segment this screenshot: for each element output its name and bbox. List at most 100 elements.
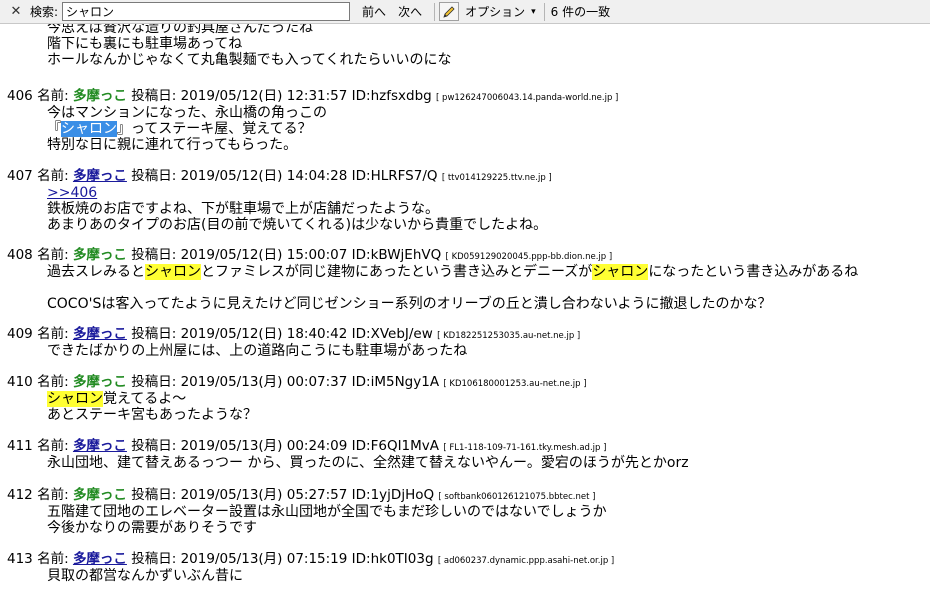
date-label: 投稿日:	[131, 487, 177, 503]
name-label: 名前:	[37, 326, 69, 342]
post-number: 407	[7, 168, 33, 184]
post-id: ID:iM5Ngy1A	[351, 374, 440, 390]
post-line: ホールなんかじゃなくて丸亀製麺でも入ってくれたらいいのにな	[47, 52, 452, 68]
find-next-button[interactable]: 次へ	[392, 2, 428, 21]
post-body: 今はマンションになった、永山橋の角っこの 『シャロン』ってステーキ屋、覚えてる？…	[47, 105, 327, 153]
options-dropdown[interactable]: オプション ▾	[465, 3, 536, 20]
post-datetime: 2019/05/12(日) 15:00:07	[180, 247, 348, 263]
post-line: 『シャロン』ってステーキ屋、覚えてる？	[47, 121, 327, 137]
post-line: 今はマンションになった、永山橋の角っこの	[47, 105, 327, 121]
search-match: シャロン	[47, 391, 103, 407]
post-id: ID:1yjDjHoQ	[351, 487, 435, 503]
poster-name: 多摩っこ	[72, 374, 127, 390]
post-datetime: 2019/05/12(日) 18:40:42	[180, 326, 348, 342]
name-label: 名前:	[37, 551, 69, 567]
post-line: シャロン覚えてるよ～	[47, 391, 257, 407]
post-line: 今後かなりの需要がありそうです	[47, 520, 257, 536]
post-body: >>406 鉄板焼のお店ですよね、下が駐車場で上が店舗だったような。 あまりあの…	[47, 185, 547, 233]
toolbar-divider	[434, 2, 436, 21]
post-line: 今思えば贅沢な造りの釣具屋さんだったね	[47, 24, 313, 36]
post-number: 408	[7, 247, 33, 263]
date-label: 投稿日:	[131, 551, 177, 567]
name-label: 名前:	[37, 438, 69, 454]
poster-name-link[interactable]: 多摩っこ	[73, 168, 127, 184]
post-body: 永山団地、建て替えあるっつー から、買ったのに、全然建て替えないやんー。愛宕のほ…	[47, 455, 689, 471]
text-run: 過去スレみると	[47, 264, 145, 280]
post-line: 階下にも裏にも駐車場あってね	[47, 36, 243, 52]
date-label: 投稿日:	[131, 374, 177, 390]
post-number: 412	[7, 487, 33, 503]
post-line: 鉄板焼のお店ですよね、下が駐車場で上が店舗だったような。	[47, 201, 439, 217]
post-id: ID:hzfsxdbg	[351, 88, 432, 104]
post-body-fragment: 今思えば贅沢な造りの釣具屋さんだったね 階下にも裏にも駐車場あってね ホールなん…	[47, 24, 451, 68]
reply-anchor-link[interactable]: >>406	[47, 185, 97, 201]
post-line: 永山団地、建て替えあるっつー から、買ったのに、全然建て替えないやんー。愛宕のほ…	[47, 455, 689, 471]
post-datetime: 2019/05/13(月) 00:24:09	[180, 438, 348, 454]
post-datetime: 2019/05/13(月) 00:07:37	[180, 374, 348, 390]
post-body: 貝取の都営なんかずいぶん昔に	[47, 568, 243, 584]
date-label: 投稿日:	[131, 168, 177, 184]
toolbar-divider	[543, 2, 545, 21]
post-number: 413	[7, 551, 33, 567]
post-line: 五階建て団地のエレベーター設置は永山団地が全国でもまだ珍しいのではないでしょうか	[47, 504, 607, 520]
post-datetime: 2019/05/13(月) 07:15:19	[180, 551, 348, 567]
post-id: ID:hk0TI03g	[351, 551, 434, 567]
close-icon[interactable]: ✕	[8, 4, 24, 20]
find-prev-button[interactable]: 前へ	[356, 2, 392, 21]
post-datetime: 2019/05/12(日) 12:31:57	[180, 88, 348, 104]
post-host: [ KD182251253035.au-net.ne.jp ]	[437, 331, 581, 341]
post-host: [ ad060237.dynamic.ppp.asahi-net.or.jp ]	[437, 556, 615, 566]
text-run: 『	[47, 121, 61, 137]
highlighter-pen-icon[interactable]	[439, 2, 460, 21]
options-label: オプション	[465, 5, 526, 19]
date-label: 投稿日:	[131, 88, 177, 104]
post-number: 409	[7, 326, 33, 342]
name-label: 名前:	[37, 374, 69, 390]
post-id: ID:XVebJ/ew	[351, 326, 433, 342]
date-label: 投稿日:	[131, 247, 177, 263]
date-label: 投稿日:	[131, 438, 177, 454]
date-label: 投稿日:	[131, 326, 177, 342]
search-input[interactable]: シャロン	[62, 2, 351, 21]
name-label: 名前:	[37, 487, 69, 503]
post-line: できたばかりの上州屋には、上の道路向こうにも駐車場があったね	[47, 343, 468, 359]
post-line: COCO'Sは客入ってたように見えたけど同じゼンショー系列のオリーブの丘と潰し合…	[47, 296, 772, 312]
find-label: 検索:	[30, 5, 59, 19]
post-number: 410	[7, 374, 33, 390]
post-datetime: 2019/05/12(日) 14:04:28	[180, 168, 348, 184]
name-label: 名前:	[37, 247, 69, 263]
post-host: [ softbank060126121075.bbtec.net ]	[438, 492, 596, 502]
name-label: 名前:	[37, 88, 69, 104]
post-body: 五階建て団地のエレベーター設置は永山団地が全国でもまだ珍しいのではないでしょうか…	[47, 504, 607, 536]
search-input-value: シャロン	[66, 5, 115, 19]
post-number: 411	[7, 438, 33, 454]
text-run: とファミレスが同じ建物にあったという書き込みとデニーズが	[201, 264, 593, 280]
post-line: あまりあのタイプのお店(目の前で焼いてくれる)は少ないから貴重でしたよね。	[47, 217, 548, 233]
search-match: シャロン	[592, 264, 649, 280]
post-body: シャロン覚えてるよ～ あとステーキ宮もあったような？	[47, 391, 257, 423]
post-id: ID:kBWjEhVQ	[351, 247, 442, 263]
post-host: [ pw126247006043.14.panda-world.ne.jp ]	[436, 93, 619, 103]
text-run: 覚えてるよ～	[103, 391, 187, 407]
find-bar: ✕ 検索: シャロン 前へ 次へ オプション ▾ 6 件の一致	[0, 0, 930, 24]
post-line: あとステーキ宮もあったような？	[47, 407, 257, 423]
post-datetime: 2019/05/13(月) 05:27:57	[180, 487, 348, 503]
poster-name-link[interactable]: 多摩っこ	[73, 438, 127, 454]
poster-name: 多摩っこ	[72, 487, 127, 503]
search-match-current: シャロン	[61, 121, 117, 137]
poster-name-link[interactable]: 多摩っこ	[73, 551, 127, 567]
post-body: 過去スレみるとシャロンとファミレスが同じ建物にあったという書き込みとデニーズがシ…	[47, 264, 858, 312]
post-id: ID:HLRFS7/Q	[351, 168, 438, 184]
post-host: [ ttv014129225.ttv.ne.jp ]	[441, 173, 552, 183]
poster-name: 多摩っこ	[72, 88, 127, 104]
thread-content: 今思えば贅沢な造りの釣具屋さんだったね 階下にも裏にも駐車場あってね ホールなん…	[0, 24, 930, 592]
post-line: 特別な日に親に連れて行ってもらった。	[47, 137, 298, 153]
post-host: [ KD059129020045.ppp-bb.dion.ne.jp ]	[445, 252, 613, 262]
reply-anchor-line: >>406	[47, 185, 547, 201]
search-match: シャロン	[145, 264, 201, 280]
post-body: できたばかりの上州屋には、上の道路向こうにも駐車場があったね	[47, 343, 467, 359]
poster-name-link[interactable]: 多摩っこ	[73, 326, 127, 342]
post-line: 貝取の都営なんかずいぶん昔に	[47, 568, 243, 584]
post-id: ID:F6QI1MvA	[351, 438, 440, 454]
post-host: [ FL1-118-109-71-161.tky.mesh.ad.jp ]	[443, 443, 607, 453]
